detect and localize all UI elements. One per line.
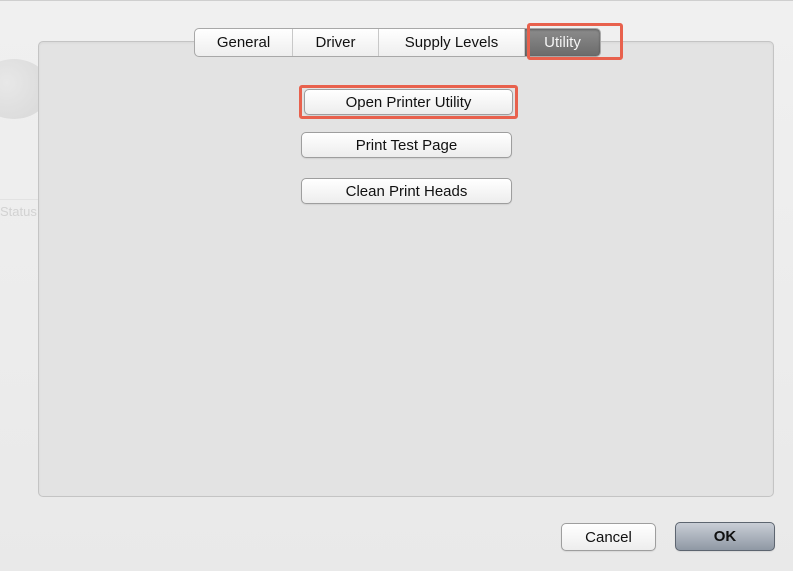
printer-options-sheet: Printer Ready Status Name Sent Completed… — [0, 0, 793, 571]
tab-driver[interactable]: Driver — [292, 29, 378, 56]
cancel-button[interactable]: Cancel — [561, 523, 656, 551]
tab-utility[interactable]: Utility — [524, 29, 600, 56]
open-printer-utility-button[interactable]: Open Printer Utility — [304, 89, 513, 115]
ok-button[interactable]: OK — [675, 522, 775, 551]
print-test-page-button[interactable]: Print Test Page — [301, 132, 512, 158]
clean-print-heads-button[interactable]: Clean Print Heads — [301, 178, 512, 204]
tab-general[interactable]: General — [195, 29, 292, 56]
tab-bar: General Driver Supply Levels Utility — [194, 28, 601, 57]
tab-supply-levels[interactable]: Supply Levels — [378, 29, 524, 56]
background-column-status: Status — [0, 204, 37, 219]
